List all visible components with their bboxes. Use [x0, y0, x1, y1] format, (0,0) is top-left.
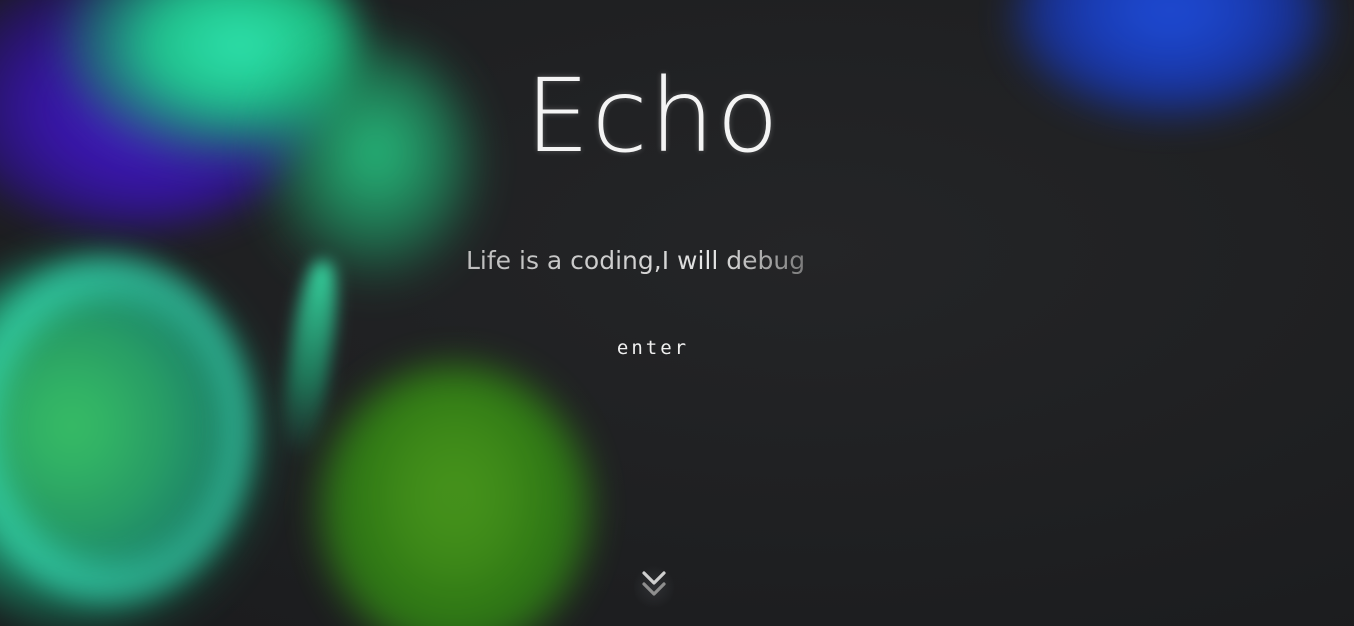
enter-button[interactable]: enter [603, 333, 703, 363]
site-title: Echo [525, 57, 781, 176]
fluid-background-streak [276, 258, 344, 462]
fluid-background-lime [320, 365, 590, 626]
landing-page: Echo Life is a coding,I will debug enter [0, 0, 1354, 626]
chevron-double-down-icon [642, 571, 666, 596]
typing-subtitle: Life is a coding,I will debug [466, 243, 816, 279]
scroll-down-button[interactable] [634, 564, 674, 610]
subtitle-text: Life is a coding,I will debug [466, 243, 805, 279]
